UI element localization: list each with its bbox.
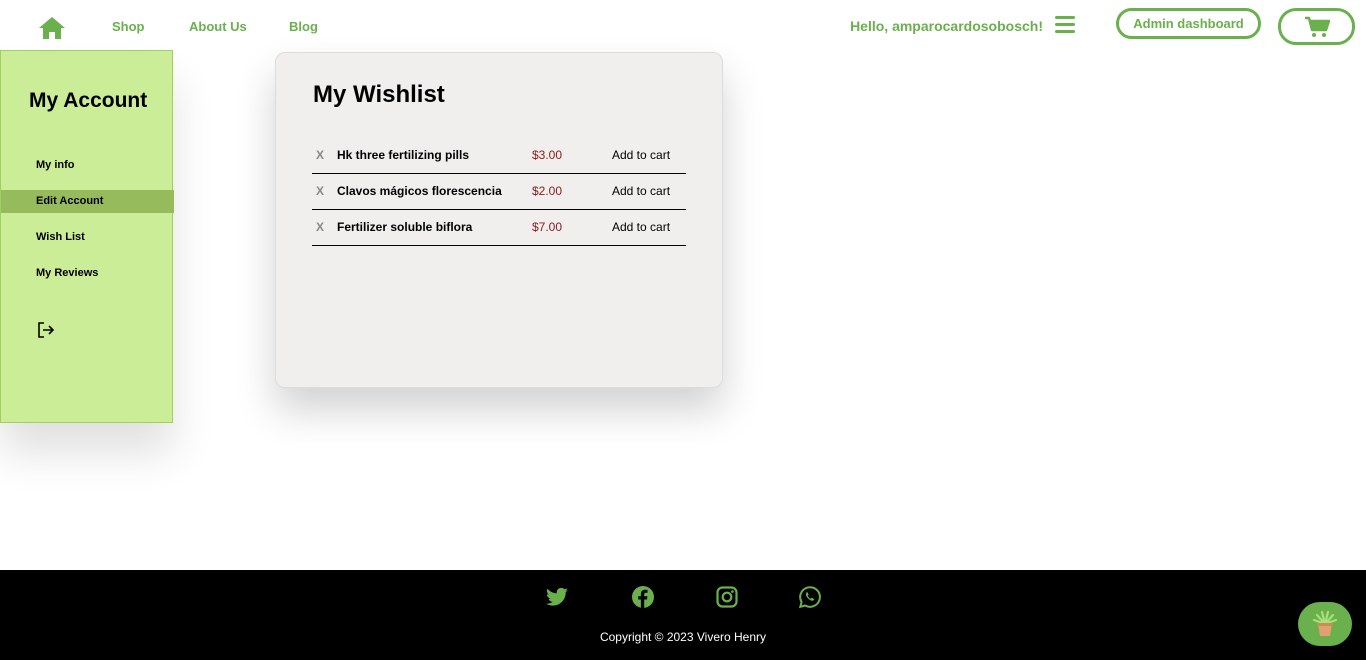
add-to-cart-button[interactable]: Add to cart: [612, 220, 670, 234]
sidebar-title: My Account: [29, 89, 148, 112]
wishlist-item-price: $2.00: [532, 184, 563, 198]
home-icon[interactable]: [38, 16, 66, 40]
instagram-icon[interactable]: [715, 585, 739, 609]
add-to-cart-button[interactable]: Add to cart: [612, 148, 670, 162]
nav-link-blog[interactable]: Blog: [289, 19, 318, 34]
navbar: Shop About Us Blog Hello, amparocardosob…: [0, 0, 1366, 50]
wishlist-item-name: Hk three fertilizing pills: [337, 148, 470, 162]
wishlist-card: My Wishlist X Hk three fertilizing pills…: [275, 52, 723, 388]
remove-item-button[interactable]: X: [316, 148, 324, 162]
logout-icon[interactable]: [37, 322, 55, 338]
nav-link-about-us[interactable]: About Us: [189, 19, 247, 34]
sidebar-item-my-info[interactable]: My info: [1, 154, 174, 177]
nav-link-shop[interactable]: Shop: [112, 19, 145, 34]
wishlist-item-name: Fertilizer soluble biflora: [337, 220, 473, 234]
wishlist-item-price: $7.00: [532, 220, 563, 234]
whatsapp-icon[interactable]: [798, 585, 822, 609]
hamburger-menu-icon[interactable]: [1055, 16, 1075, 34]
cart-button[interactable]: [1278, 8, 1355, 45]
wishlist-row: X Clavos mágicos florescencia $2.00 Add …: [312, 174, 686, 210]
twitter-icon[interactable]: [545, 585, 569, 609]
copyright-text: Copyright © 2023 Vivero Henry: [599, 630, 767, 644]
wishlist-item-name: Clavos mágicos florescencia: [337, 184, 502, 198]
wishlist-row: X Hk three fertilizing pills $3.00 Add t…: [312, 138, 686, 174]
account-sidebar: My Account My info Edit Account Wish Lis…: [0, 50, 174, 423]
sidebar-item-edit-account[interactable]: Edit Account: [1, 190, 174, 213]
wishlist-title: My Wishlist: [313, 81, 445, 108]
plant-pot-icon: [1312, 610, 1338, 636]
add-to-cart-button[interactable]: Add to cart: [612, 184, 670, 198]
sidebar-item-my-reviews[interactable]: My Reviews: [1, 262, 174, 285]
wishlist-item-price: $3.00: [532, 148, 563, 162]
user-greeting: Hello, amparocardosobosch!: [850, 18, 1043, 34]
plant-chat-button[interactable]: [1298, 602, 1352, 646]
remove-item-button[interactable]: X: [316, 184, 324, 198]
wishlist-row: X Fertilizer soluble biflora $7.00 Add t…: [312, 210, 686, 246]
admin-dashboard-button[interactable]: Admin dashboard: [1116, 8, 1261, 39]
shopping-cart-icon: [1304, 16, 1330, 37]
facebook-icon[interactable]: [631, 585, 655, 609]
sidebar-item-wish-list[interactable]: Wish List: [1, 226, 174, 249]
footer: Copyright © 2023 Vivero Henry: [0, 570, 1366, 660]
remove-item-button[interactable]: X: [316, 220, 324, 234]
